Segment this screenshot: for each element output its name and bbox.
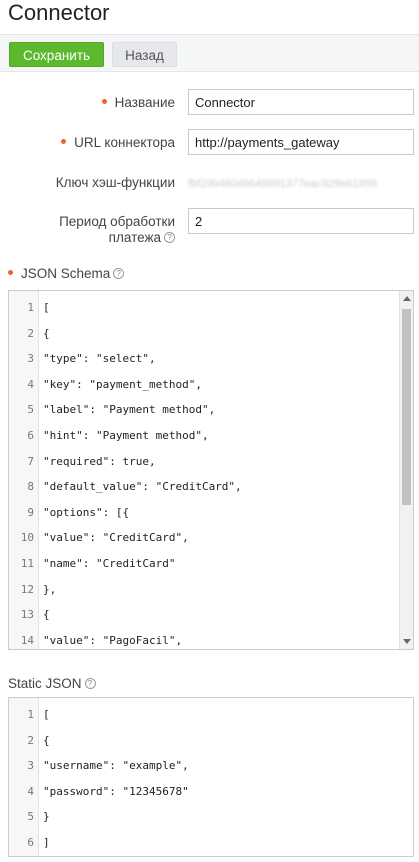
line-number: 6 bbox=[27, 836, 34, 849]
code-text[interactable]: { bbox=[43, 321, 50, 346]
code-line[interactable]: 14 "value": "PagoFacil", bbox=[9, 628, 409, 649]
code-text[interactable]: "required": true, bbox=[43, 449, 156, 474]
period-input[interactable] bbox=[188, 208, 414, 234]
required-dot-icon bbox=[8, 269, 13, 275]
code-line[interactable]: 8 "default_value": "CreditCard", bbox=[9, 474, 409, 499]
code-text[interactable]: "password": "12345678" bbox=[43, 779, 189, 804]
page-title: Connector bbox=[8, 0, 110, 25]
line-number: 7 bbox=[27, 454, 34, 468]
static-json-label: Static JSON? bbox=[8, 676, 96, 692]
required-dot-icon bbox=[61, 138, 67, 144]
code-text[interactable]: "username": "example", bbox=[43, 753, 189, 778]
period-label-line1: Период обработки bbox=[59, 214, 175, 229]
code-line[interactable]: 1[ bbox=[9, 295, 409, 320]
hash-value: fbf29b460d6649891377eac929e61859 bbox=[188, 178, 378, 190]
scroll-down-arrow-icon[interactable] bbox=[403, 639, 411, 644]
question-circle-icon[interactable]: ? bbox=[113, 267, 125, 279]
code-text[interactable]: { bbox=[43, 602, 50, 627]
code-line[interactable]: 4 "key": "payment_method", bbox=[9, 372, 409, 397]
period-label-line2: платежа bbox=[108, 230, 161, 245]
name-input[interactable] bbox=[188, 89, 414, 115]
code-line[interactable]: 12}, bbox=[9, 577, 409, 602]
code-text[interactable]: ] bbox=[43, 830, 50, 855]
code-line[interactable]: 7 "required": true, bbox=[9, 449, 409, 474]
code-text[interactable]: } bbox=[43, 804, 50, 829]
line-number: 13 bbox=[20, 608, 34, 622]
code-text[interactable]: "hint": "Payment method", bbox=[43, 423, 209, 448]
url-input[interactable] bbox=[188, 129, 414, 155]
required-dot-icon bbox=[101, 98, 107, 104]
line-number: 8 bbox=[27, 480, 34, 494]
line-number: 11 bbox=[20, 557, 34, 570]
save-button[interactable]: Сохранить bbox=[9, 42, 104, 67]
code-line[interactable]: 9 "options": [{ bbox=[9, 500, 409, 525]
form-row-name: Название bbox=[0, 89, 419, 117]
code-line[interactable]: 3 "type": "select", bbox=[9, 346, 409, 371]
question-circle-icon[interactable]: ? bbox=[84, 677, 96, 689]
code-text[interactable]: [ bbox=[43, 702, 50, 727]
code-text[interactable]: [ bbox=[43, 295, 50, 320]
code-line[interactable]: 11 "name": "CreditCard" bbox=[9, 551, 409, 576]
toolbar: Сохранить Назад bbox=[0, 34, 419, 72]
url-label: URL коннектора bbox=[61, 135, 175, 151]
back-button[interactable]: Назад bbox=[112, 42, 177, 67]
scroll-up-arrow-icon[interactable] bbox=[403, 296, 411, 301]
code-line[interactable]: 13 { bbox=[9, 602, 409, 627]
line-number: 3 bbox=[27, 352, 34, 366]
code-text[interactable]: "name": "CreditCard" bbox=[43, 551, 175, 576]
line-number: 12 bbox=[20, 582, 34, 596]
line-number: 2 bbox=[27, 326, 34, 340]
static-json-editor[interactable]: 1[2{3 "username": "example", 4 "password": … bbox=[8, 697, 414, 857]
line-number: 1 bbox=[27, 301, 34, 314]
code-text[interactable]: "options": [{ bbox=[43, 500, 129, 525]
code-text[interactable]: "default_value": "CreditCard", bbox=[43, 474, 242, 499]
line-number: 2 bbox=[27, 733, 34, 747]
name-label: Название bbox=[101, 95, 175, 111]
code-text[interactable]: "label": "Payment method", bbox=[43, 397, 215, 422]
code-text[interactable]: "type": "select", bbox=[43, 346, 156, 371]
json-schema-editor[interactable]: 1[2{3 "type": "select", 4 "key": "payment_m… bbox=[8, 290, 414, 650]
line-number: 9 bbox=[27, 505, 34, 519]
form-row-period: Период обработки платежа? bbox=[0, 208, 419, 248]
code-text[interactable]: "value": "PagoFacil", bbox=[43, 628, 182, 649]
code-line[interactable]: 1[ bbox=[9, 702, 409, 727]
line-number: 4 bbox=[27, 784, 34, 798]
line-number: 4 bbox=[27, 377, 34, 391]
question-circle-icon[interactable]: ? bbox=[164, 231, 175, 243]
form-row-url: URL коннектора bbox=[0, 129, 419, 157]
line-number: 5 bbox=[27, 810, 34, 824]
code-line[interactable]: 2{ bbox=[9, 728, 409, 753]
code-text[interactable]: { bbox=[43, 728, 50, 753]
code-text[interactable]: "value": "CreditCard", bbox=[43, 525, 189, 550]
code-line[interactable]: 5 "label": "Payment method", bbox=[9, 397, 409, 422]
code-line[interactable]: 10 "value": "CreditCard", bbox=[9, 525, 409, 550]
code-line[interactable]: 6 "hint": "Payment method", bbox=[9, 423, 409, 448]
code-text[interactable]: "key": "payment_method", bbox=[43, 372, 202, 397]
form-row-hash: Ключ хэш-функции fbf29b460d6649891377eac… bbox=[0, 174, 419, 194]
code-text[interactable]: }, bbox=[43, 577, 56, 602]
code-line[interactable]: 2{ bbox=[9, 321, 409, 346]
line-number: 1 bbox=[27, 708, 34, 721]
code-line[interactable]: 4 "password": "12345678" bbox=[9, 779, 409, 804]
vertical-scrollbar[interactable] bbox=[399, 291, 413, 649]
code-line[interactable]: 3 "username": "example", bbox=[9, 753, 409, 778]
line-number: 3 bbox=[27, 759, 34, 773]
line-number: 14 bbox=[20, 633, 34, 647]
line-number: 10 bbox=[20, 531, 34, 545]
code-line[interactable]: 6] bbox=[9, 830, 409, 855]
line-number: 6 bbox=[27, 429, 34, 442]
scrollbar-thumb[interactable] bbox=[402, 309, 411, 505]
code-line[interactable]: 5} bbox=[9, 804, 409, 829]
line-number: 5 bbox=[27, 403, 34, 417]
hash-label: Ключ хэш-функции bbox=[55, 175, 175, 190]
period-label: Период обработки платежа? bbox=[59, 214, 175, 246]
json-schema-label: JSON Schema? bbox=[8, 266, 125, 282]
